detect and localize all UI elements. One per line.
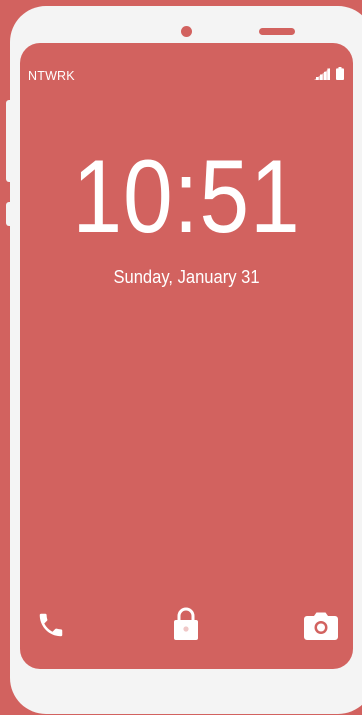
- camera-icon: [304, 612, 338, 645]
- status-icons: [314, 67, 344, 85]
- carrier-name: NTWRK: [28, 69, 75, 83]
- lock-icon: [173, 607, 199, 646]
- earpiece-speaker: [259, 28, 295, 35]
- lock-screen: NTWRK 10:51 Sunday, January 31: [20, 43, 353, 669]
- battery-icon: [336, 67, 344, 85]
- camera-shortcut-button[interactable]: [303, 612, 339, 644]
- unlock-button[interactable]: [171, 607, 201, 645]
- signal-icon: [314, 67, 330, 85]
- phone-icon: [36, 610, 66, 645]
- lock-screen-clock: 10:51: [72, 139, 301, 255]
- lock-screen-date: Sunday, January 31: [113, 267, 260, 287]
- phone-shortcut-button[interactable]: [34, 610, 68, 644]
- front-camera: [181, 26, 192, 37]
